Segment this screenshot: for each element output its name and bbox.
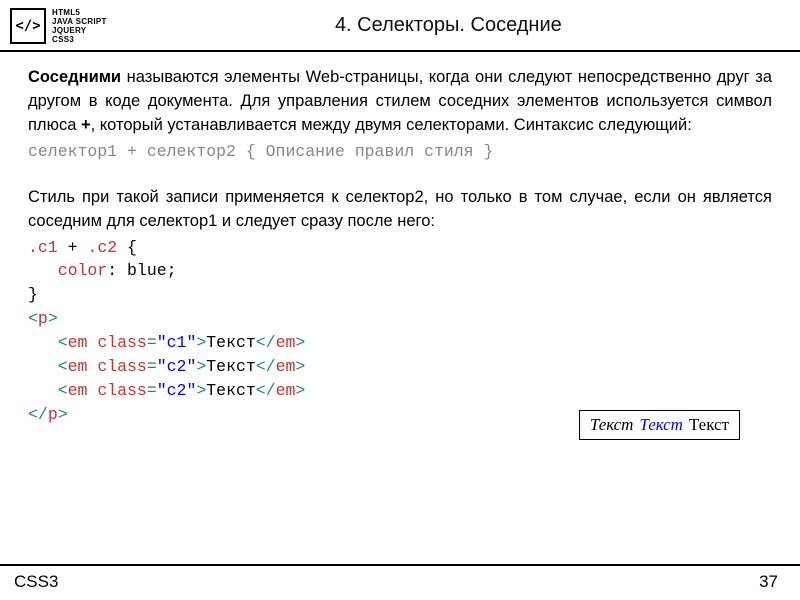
angle-open-slash: </	[256, 333, 276, 352]
eq: =	[147, 381, 157, 400]
angle-open: <	[28, 309, 38, 328]
sel-c1: .c1	[28, 238, 58, 257]
angle-close: >	[295, 357, 305, 376]
angle-close: >	[48, 309, 58, 328]
angle-open: <	[28, 333, 68, 352]
angle-open: <	[28, 381, 68, 400]
paragraph-1: Соседними называются элементы Web-страни…	[28, 66, 772, 138]
slide-header: </> HTML5 JAVA SCRIPT JQUERY CSS3 4. Сел…	[0, 0, 800, 52]
tag-em: em	[276, 333, 296, 352]
page-title: 4. Селекторы. Соседние	[107, 8, 790, 37]
tag-p: p	[38, 309, 48, 328]
tag-p: p	[48, 405, 58, 424]
prop-value: : blue;	[107, 261, 176, 280]
tag-em: em	[276, 357, 296, 376]
logo-line: CSS3	[52, 35, 107, 44]
angle-close: >	[196, 333, 206, 352]
slide-footer: CSS3 37	[0, 564, 800, 600]
tag-em: em	[68, 381, 88, 400]
logo-line: JAVA SCRIPT	[52, 17, 107, 26]
angle-close: >	[196, 357, 206, 376]
page-number: 37	[759, 572, 778, 592]
prop-color: color	[28, 261, 107, 280]
code-icon: </>	[10, 8, 46, 44]
output-text-1: Текст	[590, 415, 634, 435]
slide-body: Соседними называются элементы Web-страни…	[0, 52, 800, 427]
eq: =	[147, 333, 157, 352]
plus-symbol: +	[81, 116, 91, 134]
angle-close: >	[295, 381, 305, 400]
logo-line: JQUERY	[52, 26, 107, 35]
angle-open-slash: </	[256, 381, 276, 400]
brace-close: }	[28, 285, 38, 304]
footer-label: CSS3	[14, 572, 58, 592]
val-c2: "c2"	[157, 357, 197, 376]
angle-open-slash: </	[28, 405, 48, 424]
plus-op: +	[58, 238, 88, 257]
eq: =	[147, 357, 157, 376]
logo-line: HTML5	[52, 8, 107, 17]
attr-class: class	[87, 357, 146, 376]
code-example: .c1 + .c2 { color: blue; } <p> <em class…	[28, 236, 772, 427]
val-c2: "c2"	[157, 381, 197, 400]
angle-open-slash: </	[256, 357, 276, 376]
text-node: Текст	[206, 381, 256, 400]
syntax-line: селектор1 + селектор2 { Описание правил …	[28, 140, 772, 164]
output-text-2: Текст	[639, 415, 683, 435]
tag-em: em	[276, 381, 296, 400]
angle-close: >	[58, 405, 68, 424]
paragraph-2: Стиль при такой записи применяется к сел…	[28, 186, 772, 234]
brace-open: {	[117, 238, 137, 257]
tag-em: em	[68, 333, 88, 352]
text-node: Текст	[206, 333, 256, 352]
p1-tail: , который устанавливается между двумя се…	[91, 116, 692, 134]
output-text-3: Текст	[689, 415, 729, 435]
term-adjacent: Соседними	[28, 68, 121, 86]
tag-em: em	[68, 357, 88, 376]
angle-close: >	[295, 333, 305, 352]
angle-open: <	[28, 357, 68, 376]
text-node: Текст	[206, 357, 256, 376]
angle-close: >	[196, 381, 206, 400]
val-c1: "c1"	[157, 333, 197, 352]
sel-c2: .c2	[87, 238, 117, 257]
attr-class: class	[87, 381, 146, 400]
logo-text: HTML5 JAVA SCRIPT JQUERY CSS3	[52, 8, 107, 44]
rendered-output: Текст Текст Текст	[579, 410, 740, 440]
logo: </> HTML5 JAVA SCRIPT JQUERY CSS3	[10, 8, 107, 44]
attr-class: class	[87, 333, 146, 352]
